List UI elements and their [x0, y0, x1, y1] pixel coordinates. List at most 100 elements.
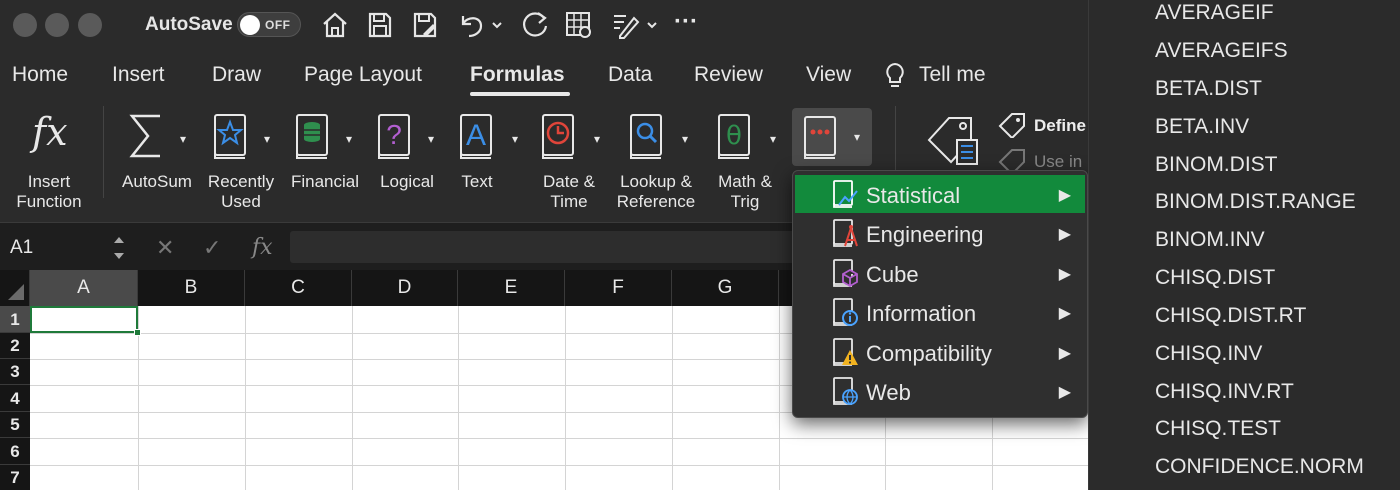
tab-home[interactable]: Home — [12, 63, 68, 87]
row-header-2[interactable]: 2 — [0, 333, 30, 359]
sheet-icon[interactable] — [564, 10, 594, 40]
excel-window: AutoSave OFF ··· Home Insert Draw Page L… — [0, 0, 1400, 490]
menu-item-label: Compatibility — [866, 341, 992, 366]
chevron-down-icon: ▾ — [264, 132, 271, 146]
undo-icon[interactable] — [455, 10, 503, 40]
function-item[interactable]: AVERAGEIF — [1155, 1, 1274, 25]
tab-formulas[interactable]: Formulas — [470, 63, 565, 87]
tab-data[interactable]: Data — [608, 63, 652, 87]
column-header-g[interactable]: G — [672, 270, 779, 306]
row-header-4[interactable]: 4 — [0, 385, 30, 412]
lookup-reference-button[interactable]: ▾ Lookup & Reference — [612, 98, 704, 213]
cancel-icon[interactable]: ✕ — [156, 235, 174, 261]
row-header-7[interactable]: 7 — [0, 465, 30, 490]
menu-item-cube[interactable]: Cube ▶ — [795, 254, 1085, 292]
zoom-window-button[interactable] — [78, 13, 102, 37]
column-header-c[interactable]: C — [245, 270, 352, 306]
column-header-f[interactable]: F — [565, 270, 672, 306]
menu-item-engineering[interactable]: Engineering ▶ — [795, 214, 1085, 252]
menu-item-web[interactable]: Web ▶ — [795, 372, 1085, 410]
menu-item-label: Statistical — [866, 183, 961, 208]
text-glyph: A — [466, 119, 486, 152]
function-item[interactable]: BETA.INV — [1155, 115, 1249, 139]
define-name-button[interactable]: Define — [1034, 116, 1086, 136]
submenu-arrow-icon: ▶ — [1058, 226, 1071, 243]
chevron-down-icon: ▾ — [346, 132, 353, 146]
tab-tell-me[interactable]: Tell me — [919, 63, 986, 87]
row-header-5[interactable]: 5 — [0, 412, 30, 438]
lookup-reference-line2: Reference — [616, 192, 696, 211]
star-book-icon — [214, 114, 246, 159]
date-time-button[interactable]: ▾ Date & Time — [530, 98, 612, 213]
minimize-window-button[interactable] — [45, 13, 69, 37]
home-icon[interactable] — [321, 10, 349, 40]
active-cell-a1[interactable] — [30, 306, 141, 336]
cube-icon — [833, 259, 858, 288]
select-all-corner[interactable] — [0, 270, 30, 306]
more-functions-menu: Statistical ▶ Engineering ▶ Cube ▶ Infor… — [792, 170, 1088, 418]
function-item[interactable]: BETA.DIST — [1155, 77, 1262, 101]
name-box[interactable]: A1 — [0, 229, 130, 265]
chevron-down-icon: ▾ — [770, 132, 777, 146]
more-icon[interactable]: ··· — [674, 8, 698, 38]
menu-item-label: Engineering — [866, 222, 984, 247]
sigma-icon — [129, 114, 160, 158]
save-icon[interactable] — [366, 10, 394, 40]
coins-book-icon — [296, 114, 328, 159]
menu-item-compatibility[interactable]: Compatibility ▶ — [795, 333, 1085, 371]
tab-page-layout[interactable]: Page Layout — [304, 63, 422, 87]
text-book-icon: A — [460, 114, 492, 159]
edit-icon[interactable] — [610, 10, 660, 40]
insert-function-fx-icon[interactable]: fx — [252, 235, 273, 260]
function-item[interactable]: BINOM.DIST.RANGE — [1155, 190, 1356, 214]
tab-insert[interactable]: Insert — [112, 63, 165, 87]
submenu-arrow-icon: ▶ — [1058, 305, 1071, 322]
column-header-a[interactable]: A — [30, 270, 138, 306]
math-trig-button[interactable]: θ ▾ Math & Trig — [706, 98, 788, 213]
enter-icon[interactable]: ✓ — [203, 235, 221, 261]
select-all-icon — [8, 284, 24, 300]
financial-button[interactable]: ▾ Financial — [284, 98, 366, 213]
submenu-arrow-icon: ▶ — [1058, 187, 1071, 204]
column-header-d[interactable]: D — [352, 270, 458, 306]
function-item[interactable]: BINOM.INV — [1155, 228, 1265, 252]
function-item[interactable]: BINOM.DIST — [1155, 153, 1278, 177]
name-box-stepper-icon[interactable] — [112, 233, 126, 263]
row-header-6[interactable]: 6 — [0, 438, 30, 465]
use-in-formula-button[interactable]: Use in — [1034, 152, 1082, 172]
submenu-arrow-icon: ▶ — [1058, 384, 1071, 401]
column-header-b[interactable]: B — [138, 270, 245, 306]
chevron-down-icon: ▾ — [180, 132, 187, 146]
column-header-e[interactable]: E — [458, 270, 565, 306]
function-item[interactable]: CHISQ.TEST — [1155, 417, 1281, 441]
tab-draw[interactable]: Draw — [212, 63, 261, 87]
logical-button[interactable]: ? ▾ Logical — [366, 98, 448, 213]
autosave-toggle[interactable]: OFF — [237, 12, 301, 37]
function-item[interactable]: AVERAGEIFS — [1155, 39, 1288, 63]
insert-function-button[interactable]: fx Insert Function — [4, 98, 94, 213]
function-item[interactable]: CHISQ.DIST.RT — [1155, 304, 1306, 328]
row-header-3[interactable]: 3 — [0, 359, 30, 385]
fill-handle[interactable] — [134, 329, 141, 336]
more-functions-button[interactable]: ▾ — [792, 108, 872, 166]
question-book-icon: ? — [378, 114, 410, 159]
insert-function-line2: Function — [16, 192, 82, 211]
redo-icon[interactable] — [520, 10, 550, 40]
text-button[interactable]: A ▾ Text — [448, 98, 530, 213]
chevron-down-icon: ▾ — [428, 132, 435, 146]
tab-review[interactable]: Review — [694, 63, 763, 87]
financial-label: Financial — [290, 172, 360, 191]
function-item[interactable]: CONFIDENCE.NORM — [1155, 455, 1364, 479]
name-manager-icon[interactable] — [925, 114, 981, 168]
row-header-1[interactable]: 1 — [0, 306, 30, 333]
save-as-icon[interactable] — [411, 10, 439, 40]
function-item[interactable]: CHISQ.INV.RT — [1155, 380, 1294, 404]
menu-item-statistical[interactable]: Statistical ▶ — [795, 175, 1085, 213]
function-item[interactable]: CHISQ.INV — [1155, 342, 1262, 366]
function-item[interactable]: CHISQ.DIST — [1155, 266, 1275, 290]
recently-used-button[interactable]: ▾ Recently Used — [200, 98, 282, 213]
menu-item-information[interactable]: Information ▶ — [795, 293, 1085, 331]
tab-view[interactable]: View — [806, 63, 851, 87]
autosum-button[interactable]: ▾ AutoSum — [116, 98, 198, 213]
close-window-button[interactable] — [13, 13, 37, 37]
